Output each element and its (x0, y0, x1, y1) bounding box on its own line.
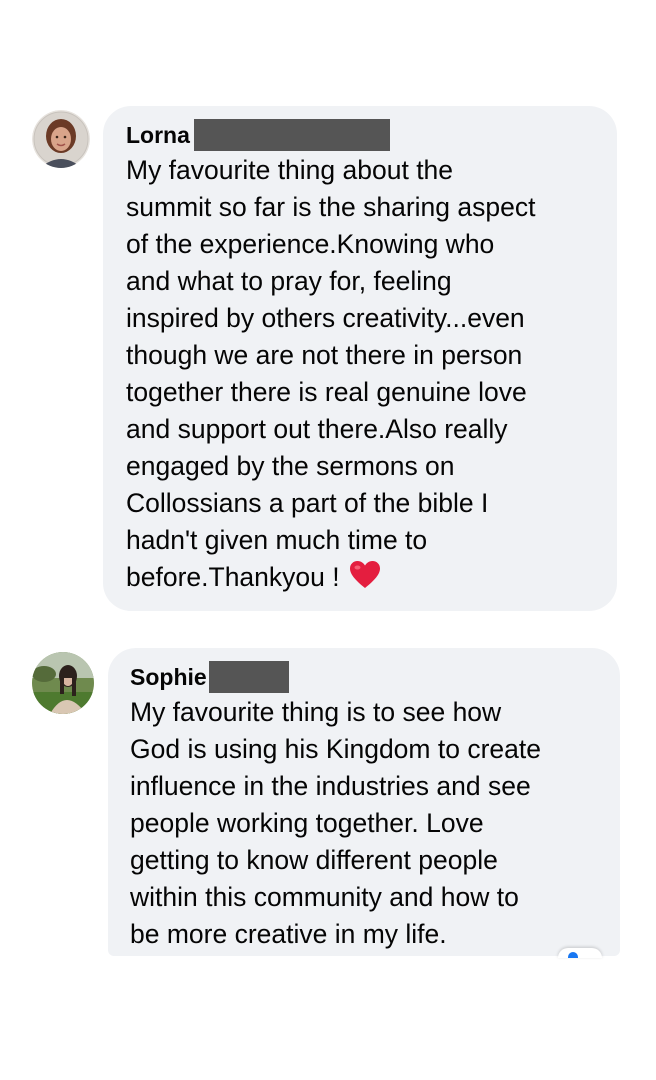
profile-photo-icon (32, 652, 94, 714)
text-line: within this community and how to (130, 882, 519, 912)
text-line: before.Thankyou ! (126, 562, 340, 592)
comment-bubble: Sophie My favourite thing is to see how … (108, 648, 620, 956)
redacted-surname (193, 119, 390, 151)
author-name[interactable]: Lorna (126, 118, 190, 152)
avatar[interactable] (32, 110, 90, 168)
heart-icon (349, 560, 381, 600)
text-line: My favourite thing about the (126, 155, 454, 185)
author-name[interactable]: Sophie (130, 660, 207, 694)
text-line: be more creative in my life. (130, 919, 447, 949)
text-line: hadn't given much time to (126, 525, 428, 555)
text-line: and what to pray for, feeling (126, 266, 452, 296)
text-line: influence in the industries and see (130, 771, 531, 801)
avatar[interactable] (32, 652, 94, 714)
redacted-surname (208, 661, 289, 693)
reaction-badge[interactable] (558, 948, 602, 958)
text-line: though we are not there in person (126, 340, 523, 370)
comment-bubble: Lorna My favourite thing about the summi… (103, 106, 617, 611)
comment-text: My favourite thing about the summit so f… (126, 152, 599, 600)
text-line: summit so far is the sharing aspect (126, 192, 536, 222)
text-line: getting to know different people (130, 845, 498, 875)
author-row: Sophie (130, 660, 606, 694)
profile-photo-icon (32, 110, 90, 168)
text-line: Collossians a part of the bible I (126, 488, 489, 518)
text-line: together there is real genuine love (126, 377, 527, 407)
text-line: and support out there.Also really (126, 414, 508, 444)
text-line: inspired by others creativity...even (126, 303, 525, 333)
comment-text: My favourite thing is to see how God is … (130, 694, 606, 953)
text-line: people working together. Love (130, 808, 484, 838)
text-line: engaged by the sermons on (126, 451, 455, 481)
text-line: God is using his Kingdom to create (130, 734, 541, 764)
text-line: My favourite thing is to see how (130, 697, 502, 727)
author-row: Lorna (126, 118, 599, 152)
text-line: of the experience.Knowing who (126, 229, 495, 259)
